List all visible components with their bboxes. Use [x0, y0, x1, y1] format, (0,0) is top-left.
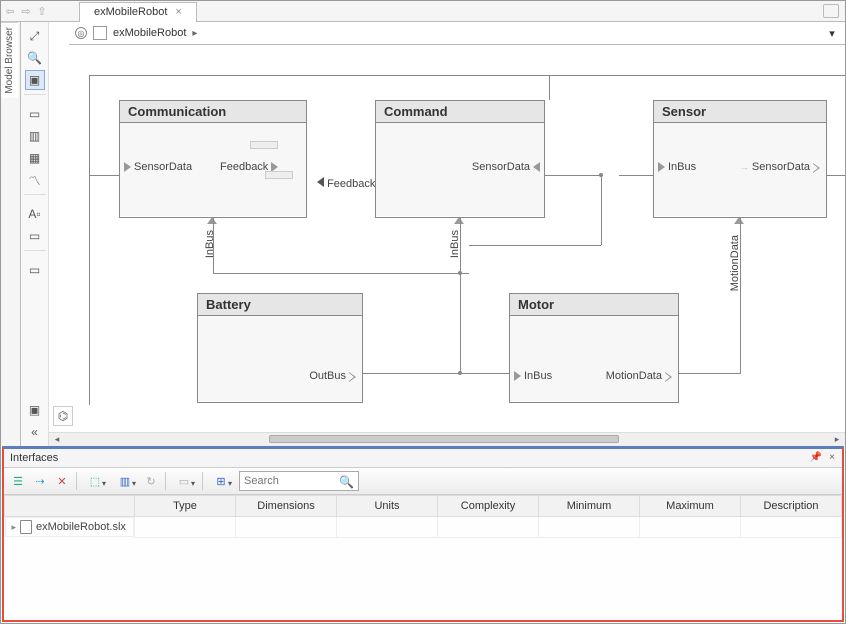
interfaces-title: Interfaces	[10, 452, 58, 464]
diagram-canvas[interactable]: Communication SensorData Feedback	[49, 45, 845, 432]
table-row[interactable]: ▸ exMobileRobot.slx	[5, 517, 842, 538]
add-interface-icon[interactable]: ☰	[8, 471, 28, 491]
inport-icon	[533, 162, 540, 172]
chevron-right-icon: ▸	[192, 28, 197, 39]
block-command[interactable]: Command SensorData	[375, 100, 545, 218]
tool-panel-icon[interactable]: ▥	[25, 126, 45, 146]
search-input[interactable]	[244, 475, 334, 487]
zoom-in-icon[interactable]: 🔍	[25, 48, 45, 68]
col-description[interactable]: Description	[741, 496, 842, 517]
bottom-port-icon	[734, 217, 744, 224]
tool-chart-icon[interactable]: 〽	[25, 170, 45, 190]
refresh-icon[interactable]: ↻	[141, 471, 161, 491]
horizontal-scrollbar[interactable]: ◂ ▸	[49, 432, 845, 446]
model-icon[interactable]	[93, 26, 107, 40]
filter-dropdown-icon[interactable]: ▭	[170, 471, 198, 491]
file-icon	[20, 520, 32, 534]
block-communication[interactable]: Communication SensorData Feedback	[119, 100, 307, 218]
tab-bar: ⇦ ⇨ ⇧ exMobileRobot	[1, 1, 845, 22]
zoom-normal-icon[interactable]: ⤢	[25, 26, 45, 46]
image-icon[interactable]: ▭	[25, 260, 45, 280]
block-motor[interactable]: Motor InBus MotionData	[509, 293, 679, 403]
col-maximum[interactable]: Maximum	[640, 496, 741, 517]
search-icon: 🔍	[339, 475, 354, 489]
interfaces-toolbar: ☰ ⇢ ✕ ⬚ ▥ ↻ ▭ ⊞ 🔍	[4, 468, 842, 495]
bottom-port-icon	[454, 217, 464, 224]
nav-up-icon[interactable]: ⇧	[35, 5, 49, 19]
inport-icon	[514, 371, 521, 381]
block-title: Command	[376, 101, 544, 123]
save-dropdown-icon[interactable]: ▥	[111, 471, 139, 491]
block-title: Battery	[198, 294, 362, 316]
breadcrumb-dropdown-icon[interactable]: ▾	[825, 26, 839, 40]
col-name[interactable]	[5, 496, 135, 517]
hierarchy-icon[interactable]: ⌬	[53, 406, 73, 426]
col-complexity[interactable]: Complexity	[438, 496, 539, 517]
left-toolbar: ⤢ 🔍 ▣ ▭ ▥ ▦ 〽 A▫ ▭ ▭ ▣ «	[21, 22, 49, 446]
comm-bottom-label: InBus	[204, 230, 216, 258]
model-browser-label: Model Browser	[1, 22, 18, 98]
delete-icon[interactable]: ✕	[52, 471, 72, 491]
search-box[interactable]: 🔍	[239, 471, 359, 491]
table-header-row: Type Dimensions Units Complexity Minimum…	[5, 496, 842, 517]
tab-model[interactable]: exMobileRobot	[79, 2, 197, 22]
nav-back-icon[interactable]: ⇦	[3, 5, 17, 19]
annotation-icon[interactable]: A▫	[25, 204, 45, 224]
col-minimum[interactable]: Minimum	[539, 496, 640, 517]
col-dimensions[interactable]: Dimensions	[236, 496, 337, 517]
interfaces-table: Type Dimensions Units Complexity Minimum…	[4, 495, 842, 620]
breadcrumb: ◎ exMobileRobot ▸ ▾	[69, 22, 845, 45]
block-title: Sensor	[654, 101, 826, 123]
inport-icon	[658, 162, 665, 172]
block-title: Communication	[120, 101, 306, 123]
col-type[interactable]: Type	[135, 496, 236, 517]
block-title: Motor	[510, 294, 678, 316]
keyboard-icon[interactable]	[823, 4, 839, 18]
nav-forward-icon[interactable]: ⇨	[19, 5, 33, 19]
inport-icon	[124, 162, 131, 172]
block-sensor[interactable]: Sensor InBus → SensorData	[653, 100, 827, 218]
viewmark-icon[interactable]: ▭	[25, 226, 45, 246]
tool-grid-icon[interactable]: ▦	[25, 148, 45, 168]
bottom-port-icon	[207, 217, 217, 224]
interfaces-panel: Interfaces 📌 × ☰ ⇢ ✕ ⬚ ▥ ↻ ▭ ⊞ 🔍	[2, 446, 844, 622]
view-dropdown-icon[interactable]: ⊞	[207, 471, 235, 491]
row-name: exMobileRobot.slx	[36, 521, 126, 533]
close-icon[interactable]: ×	[826, 451, 838, 463]
scrollbar-thumb[interactable]	[269, 435, 619, 443]
tool-window-icon[interactable]: ▭	[25, 104, 45, 124]
collapse-icon[interactable]: «	[25, 422, 45, 442]
block-battery[interactable]: Battery OutBus	[197, 293, 363, 403]
breadcrumb-model[interactable]: exMobileRobot	[113, 27, 186, 39]
model-browser-collapsed[interactable]: Model Browser	[1, 22, 21, 446]
link-dropdown-icon[interactable]: ⬚	[81, 471, 109, 491]
fit-view-icon[interactable]: ▣	[25, 70, 45, 90]
outport-icon	[349, 372, 358, 381]
pin-icon[interactable]: 📌	[810, 451, 822, 463]
feedback-outport-label: Feedback	[317, 177, 375, 190]
add-element-icon[interactable]: ⇢	[30, 471, 50, 491]
camera-icon[interactable]: ▣	[25, 400, 45, 420]
outport-icon	[665, 372, 674, 381]
col-units[interactable]: Units	[337, 496, 438, 517]
outport-icon	[813, 163, 822, 172]
target-icon[interactable]: ◎	[75, 27, 87, 39]
